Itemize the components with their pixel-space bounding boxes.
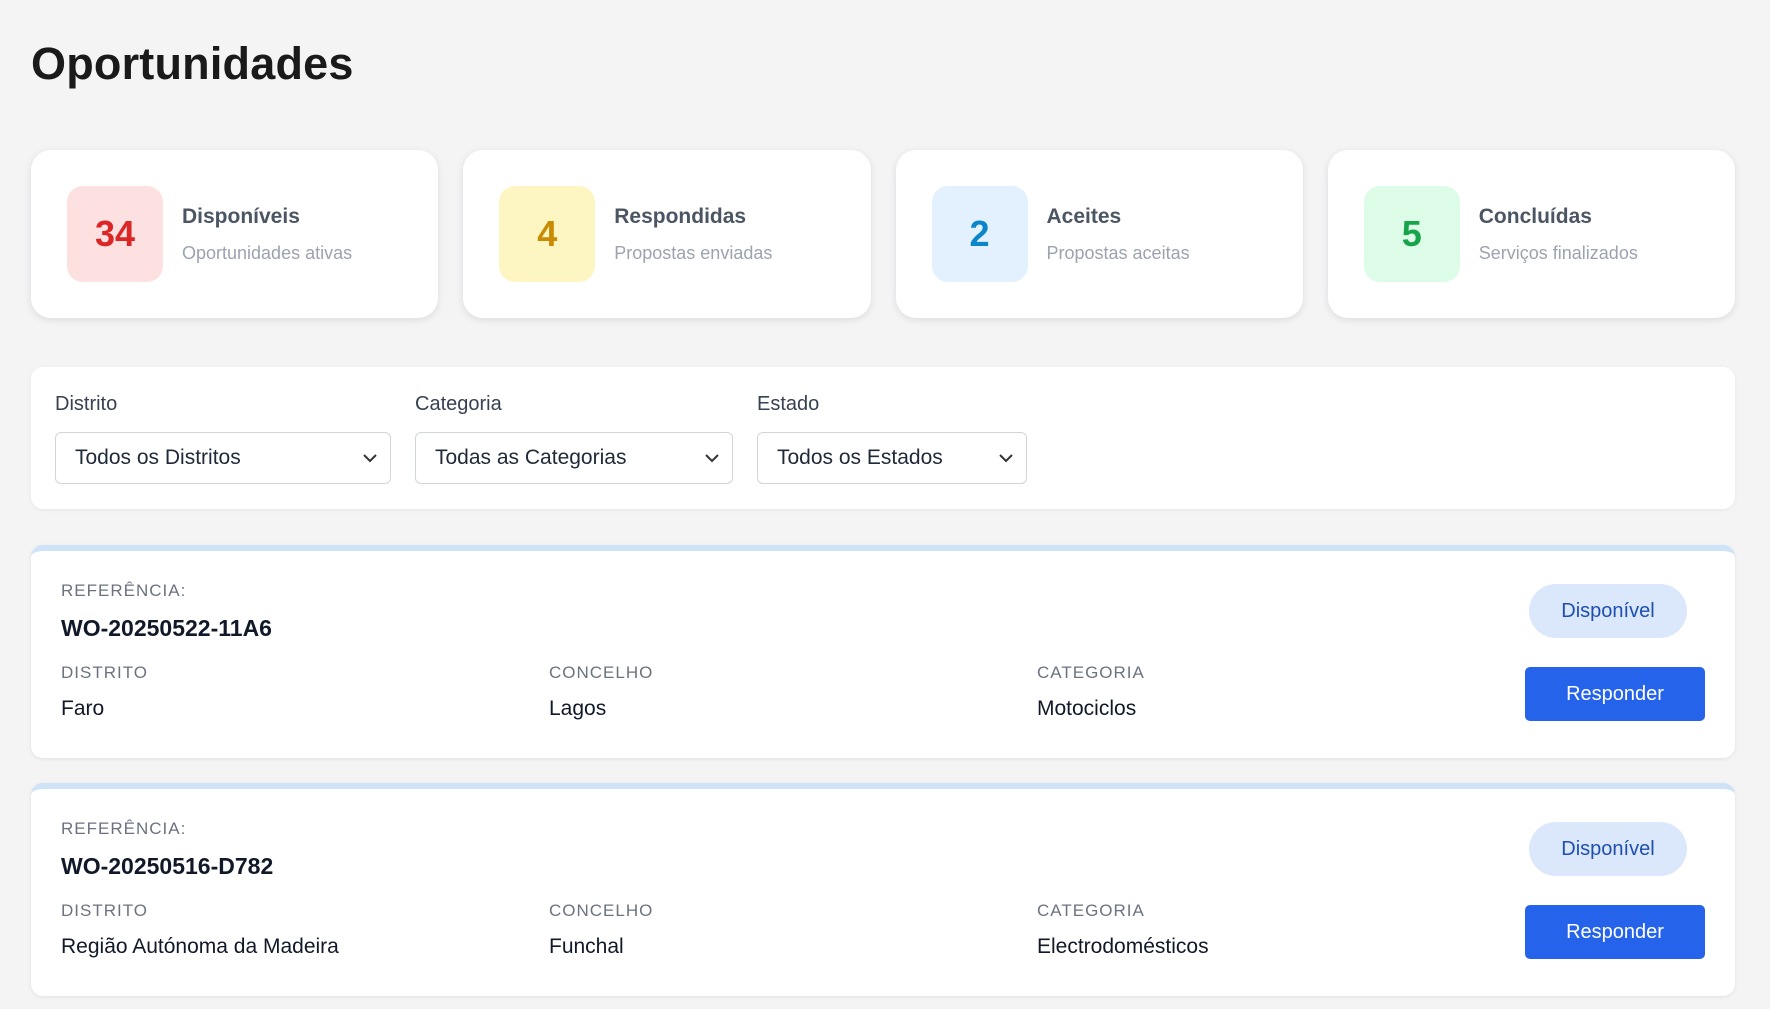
- stat-text: Aceites Propostas aceitas: [1047, 205, 1190, 264]
- chevron-down-icon: [998, 450, 1014, 466]
- municipality-field: CONCELHO Funchal: [549, 901, 653, 959]
- stat-label: Aceites: [1046, 204, 1122, 228]
- stat-text: Concluídas Serviços finalizados: [1479, 205, 1638, 264]
- stat-subtitle: Serviços finalizados: [1478, 242, 1638, 263]
- stat-value: 5: [1363, 186, 1460, 282]
- respond-button[interactable]: Responder: [1525, 905, 1705, 959]
- filter-district: Distrito Todos os Distritos: [55, 393, 391, 484]
- district-field: DISTRITO Faro: [61, 663, 148, 721]
- municipality-value: Lagos: [549, 697, 607, 720]
- stat-value: 4: [499, 186, 596, 282]
- filter-district-label: Distrito: [55, 393, 118, 415]
- filter-status: Estado Todos os Estados: [757, 393, 1027, 484]
- reference-value: WO-20250516-D782: [61, 853, 274, 879]
- district-label: DISTRITO: [61, 901, 149, 920]
- stat-label: Disponíveis: [182, 204, 300, 228]
- category-select-value: Todas as Categorias: [435, 446, 627, 469]
- status-select-value: Todos os Estados: [777, 446, 943, 469]
- district-value: Faro: [61, 697, 105, 720]
- status-badge: Disponível: [1529, 822, 1687, 876]
- stat-subtitle: Propostas aceitas: [1046, 242, 1190, 263]
- category-field: CATEGORIA Electrodomésticos: [1037, 901, 1209, 959]
- stat-card-responded: 4 Respondidas Propostas enviadas: [463, 150, 871, 318]
- opportunity-card: REFERÊNCIA: WO-20250522-11A6 DISTRITO Fa…: [31, 545, 1735, 758]
- stat-subtitle: Oportunidades ativas: [182, 242, 353, 263]
- category-field: CATEGORIA Motociclos: [1037, 663, 1145, 721]
- stat-value: 2: [931, 186, 1028, 282]
- chevron-down-icon: [362, 450, 378, 466]
- category-label: CATEGORIA: [1037, 663, 1145, 682]
- category-value: Motociclos: [1037, 697, 1137, 720]
- stat-label: Respondidas: [614, 204, 747, 228]
- stat-card-completed: 5 Concluídas Serviços finalizados: [1327, 150, 1735, 318]
- filter-category: Categoria Todas as Categorias: [415, 393, 733, 484]
- stat-card-accepted: 2 Aceites Propostas aceitas: [895, 150, 1303, 318]
- district-label: DISTRITO: [61, 663, 149, 682]
- district-select[interactable]: Todos os Distritos: [55, 432, 391, 484]
- page: Oportunidades 34 Disponíveis Oportunidad…: [0, 0, 1770, 1009]
- category-label: CATEGORIA: [1037, 901, 1145, 920]
- reference-label: REFERÊNCIA:: [61, 819, 187, 838]
- filters-panel: Distrito Todos os Distritos Categoria To…: [31, 367, 1735, 509]
- page-title: Oportunidades: [31, 38, 354, 89]
- stat-label: Concluídas: [1478, 204, 1592, 228]
- stat-value: 34: [67, 186, 163, 282]
- stat-text: Respondidas Propostas enviadas: [614, 205, 772, 264]
- category-value: Electrodomésticos: [1037, 935, 1209, 958]
- district-value: Região Autónoma da Madeira: [61, 935, 339, 958]
- district-field: DISTRITO Região Autónoma da Madeira: [61, 901, 339, 959]
- reference-value: WO-20250522-11A6: [61, 615, 272, 641]
- municipality-value: Funchal: [549, 935, 624, 958]
- municipality-label: CONCELHO: [549, 663, 654, 682]
- stat-card-available: 34 Disponíveis Oportunidades ativas: [31, 150, 439, 318]
- district-select-value: Todos os Distritos: [75, 446, 241, 469]
- status-badge: Disponível: [1529, 584, 1687, 638]
- status-select[interactable]: Todos os Estados: [757, 432, 1027, 484]
- opportunity-card: REFERÊNCIA: WO-20250516-D782 DISTRITO Re…: [31, 783, 1735, 996]
- filter-category-label: Categoria: [415, 393, 502, 415]
- respond-button[interactable]: Responder: [1525, 667, 1705, 721]
- filter-status-label: Estado: [757, 393, 820, 415]
- municipality-field: CONCELHO Lagos: [549, 663, 653, 721]
- category-select[interactable]: Todas as Categorias: [415, 432, 733, 484]
- chevron-down-icon: [704, 450, 720, 466]
- municipality-label: CONCELHO: [549, 901, 654, 920]
- stat-subtitle: Propostas enviadas: [614, 242, 773, 263]
- stats-row: 34 Disponíveis Oportunidades ativas 4 Re…: [31, 150, 1735, 318]
- stat-text: Disponíveis Oportunidades ativas: [182, 205, 352, 264]
- reference-label: REFERÊNCIA:: [61, 581, 187, 600]
